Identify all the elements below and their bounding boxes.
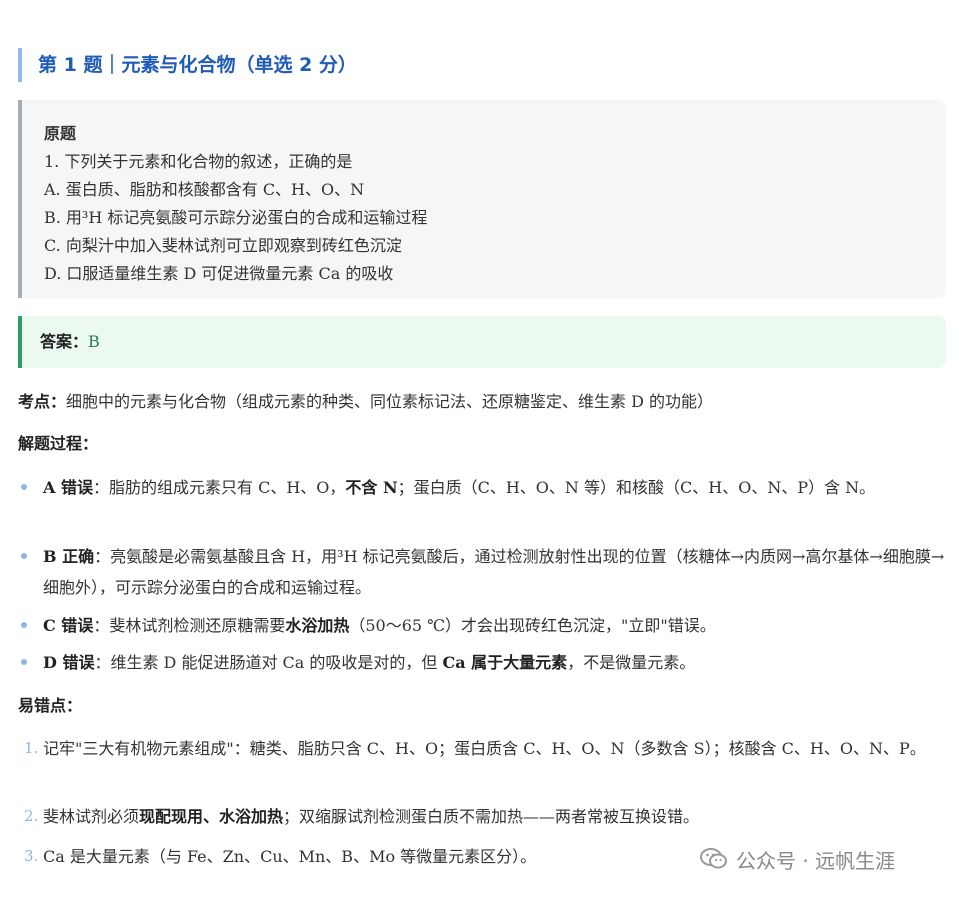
item-number: 1. xyxy=(24,739,39,757)
list-item: 3. Ca 是大量元素（与 Fe、Zn、Cu、Mn、B、Mo 等微量元素区分）。 xyxy=(18,841,698,872)
answer-value: B xyxy=(88,332,100,351)
item-bold: 不含 N xyxy=(345,478,398,497)
item-bold: 水浴加热 xyxy=(285,616,350,635)
kaodian-label: 考点： xyxy=(18,392,67,411)
kaodian: 考点：细胞中的元素与化合物（组成元素的种类、同位素标记法、还原糖鉴定、维生素 D… xyxy=(18,388,948,416)
item-number: 2. xyxy=(24,807,39,825)
bullet-dot xyxy=(21,659,27,665)
bullet-dot xyxy=(21,553,27,559)
item-text: ：维生素 D 能促进肠道对 Ca 的吸收是对的，但 xyxy=(94,653,443,672)
list-item: A 错误：脂肪的组成元素只有 C、H、O，不含 N；蛋白质（C、H、O、N 等）… xyxy=(18,472,948,503)
answer-label: 答案： xyxy=(40,332,89,351)
item-text: ，不是微量元素。 xyxy=(567,653,696,672)
item-head: D 错误 xyxy=(43,653,95,672)
item-text: （50～65 ℃）才会出现砖红色沉淀，"立即"错误。 xyxy=(349,616,716,635)
item-text: 记牢"三大有机物元素组成"：糖类、脂肪只含 C、H、O；蛋白质含 C、H、O、N… xyxy=(43,739,926,758)
item-text: ：脂肪的组成元素只有 C、H、O， xyxy=(93,478,346,497)
process-label: 解题过程： xyxy=(18,434,99,453)
item-number: 3. xyxy=(24,847,39,865)
item-bold: Ca 属于大量元素 xyxy=(442,653,568,672)
item-text: ；蛋白质（C、H、O、N 等）和核酸（C、H、O、N、P）含 N。 xyxy=(397,478,876,497)
item-head: A 错误 xyxy=(43,478,93,497)
list-item: 2. 斐林试剂必须现配现用、水浴加热；双缩脲试剂检测蛋白质不需加热——两者常被互… xyxy=(18,801,948,832)
list-item: B 正确：亮氨酸是必需氨基酸且含 H，用³H 标记亮氨酸后，通过检测放射性出现的… xyxy=(18,541,948,603)
list-item: 1. 记牢"三大有机物元素组成"：糖类、脂肪只含 C、H、O；蛋白质含 C、H、… xyxy=(18,733,948,764)
item-text: Ca 是大量元素（与 Fe、Zn、Cu、Mn、B、Mo 等微量元素区分）。 xyxy=(43,847,537,866)
original-question-box: 原题 1. 下列关于元素和化合物的叙述，正确的是 A. 蛋白质、脂肪和核酸都含有… xyxy=(18,100,946,298)
item-head: B 正确 xyxy=(43,547,95,566)
kaodian-text: 细胞中的元素与化合物（组成元素的种类、同位素标记法、还原糖鉴定、维生素 D 的功… xyxy=(66,392,714,411)
bullet-dot xyxy=(21,622,27,628)
item-text: ：斐林试剂检测还原糖需要 xyxy=(93,616,286,635)
option-c: C. 向梨汁中加入斐林试剂可立即观察到砖红色沉淀 xyxy=(44,236,402,255)
item-text: ；双缩脲试剂检测蛋白质不需加热——两者常被互换设错。 xyxy=(283,807,700,826)
option-a: A. 蛋白质、脂肪和核酸都含有 C、H、O、N xyxy=(44,180,365,199)
item-text: ：亮氨酸是必需氨基酸且含 H，用³H 标记亮氨酸后，通过检测放射性出现的位置（核… xyxy=(43,547,945,597)
pitfalls-label: 易错点： xyxy=(18,696,83,715)
option-b: B. 用³H 标记亮氨酸可示踪分泌蛋白的合成和运输过程 xyxy=(44,208,428,227)
list-item: D 错误：维生素 D 能促进肠道对 Ca 的吸收是对的，但 Ca 属于大量元素，… xyxy=(18,647,948,678)
question-stem: 1. 下列关于元素和化合物的叙述，正确的是 xyxy=(44,152,353,171)
option-d: D. 口服适量维生素 D 可促进微量元素 Ca 的吸收 xyxy=(44,264,394,283)
item-head: C 错误 xyxy=(43,616,94,635)
watermark: 公众号 · 远帆生涯 xyxy=(700,844,895,874)
watermark-text: 公众号 · 远帆生涯 xyxy=(736,848,896,873)
question-title: 第 1 题｜元素与化合物（单选 2 分） xyxy=(18,48,618,82)
list-item: C 错误：斐林试剂检测还原糖需要水浴加热（50～65 ℃）才会出现砖红色沉淀，"… xyxy=(18,610,948,641)
wechat-icon xyxy=(700,848,727,869)
answer-box: 答案：B xyxy=(18,316,946,368)
bullet-dot xyxy=(21,484,27,490)
item-text: 斐林试剂必须 xyxy=(43,807,140,826)
original-heading: 原题 xyxy=(44,124,77,143)
item-bold: 现配现用、水浴加热 xyxy=(139,807,284,826)
